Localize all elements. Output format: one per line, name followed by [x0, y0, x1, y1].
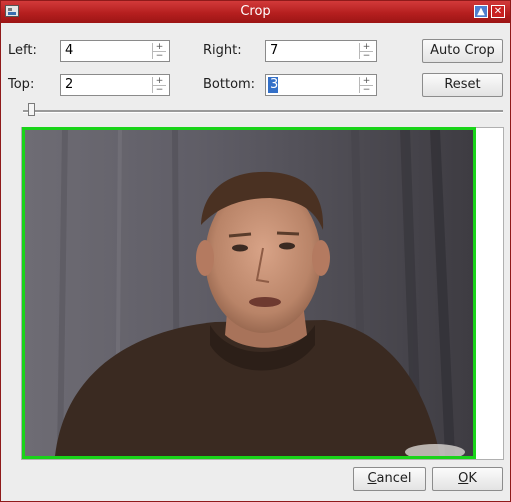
ok-button[interactable]: OK: [432, 467, 503, 491]
bottom-spin-buttons[interactable]: + −: [359, 77, 373, 95]
zoom-slider[interactable]: [23, 110, 503, 113]
preview-photo: [25, 130, 473, 456]
left-decrement-icon[interactable]: −: [152, 51, 166, 61]
right-spinbox[interactable]: + −: [265, 40, 377, 62]
top-decrement-icon[interactable]: −: [152, 85, 166, 95]
ok-mnemonic: O: [458, 471, 469, 486]
maximize-icon[interactable]: ▲: [474, 5, 488, 18]
right-increment-icon[interactable]: +: [359, 43, 373, 52]
left-spin-buttons[interactable]: + −: [152, 43, 166, 61]
bottom-input[interactable]: [268, 77, 278, 93]
reset-button[interactable]: Reset: [422, 73, 503, 97]
bottom-spinbox[interactable]: + −: [265, 74, 377, 96]
right-input[interactable]: [268, 43, 356, 59]
bottom-increment-icon[interactable]: +: [359, 77, 373, 86]
zoom-slider-handle[interactable]: [28, 103, 35, 116]
left-label: Left:: [8, 43, 37, 58]
cancel-button[interactable]: Cancel: [353, 467, 426, 491]
crop-rectangle[interactable]: [22, 127, 476, 459]
close-icon[interactable]: ✕: [491, 5, 505, 18]
window-title: Crop: [240, 4, 271, 19]
top-spin-buttons[interactable]: + −: [152, 77, 166, 95]
top-spinbox[interactable]: + −: [60, 74, 170, 96]
bottom-decrement-icon[interactable]: −: [359, 85, 373, 95]
left-increment-icon[interactable]: +: [152, 43, 166, 52]
right-decrement-icon[interactable]: −: [359, 51, 373, 61]
top-input[interactable]: [63, 77, 149, 93]
bottom-label: Bottom:: [203, 77, 256, 92]
title-bar[interactable]: Crop ▲ ✕: [1, 1, 510, 23]
left-spinbox[interactable]: + −: [60, 40, 170, 62]
left-input[interactable]: [63, 43, 149, 59]
ok-label: K: [468, 471, 477, 486]
cancel-label: ancel: [376, 471, 412, 486]
cancel-mnemonic: C: [367, 471, 377, 486]
top-increment-icon[interactable]: +: [152, 77, 166, 86]
right-label: Right:: [203, 43, 242, 58]
crop-dialog: Crop ▲ ✕ Left: + − Right: + − Auto Crop …: [0, 0, 511, 502]
right-spin-buttons[interactable]: + −: [359, 43, 373, 61]
auto-crop-button[interactable]: Auto Crop: [422, 39, 503, 63]
top-label: Top:: [8, 77, 35, 92]
